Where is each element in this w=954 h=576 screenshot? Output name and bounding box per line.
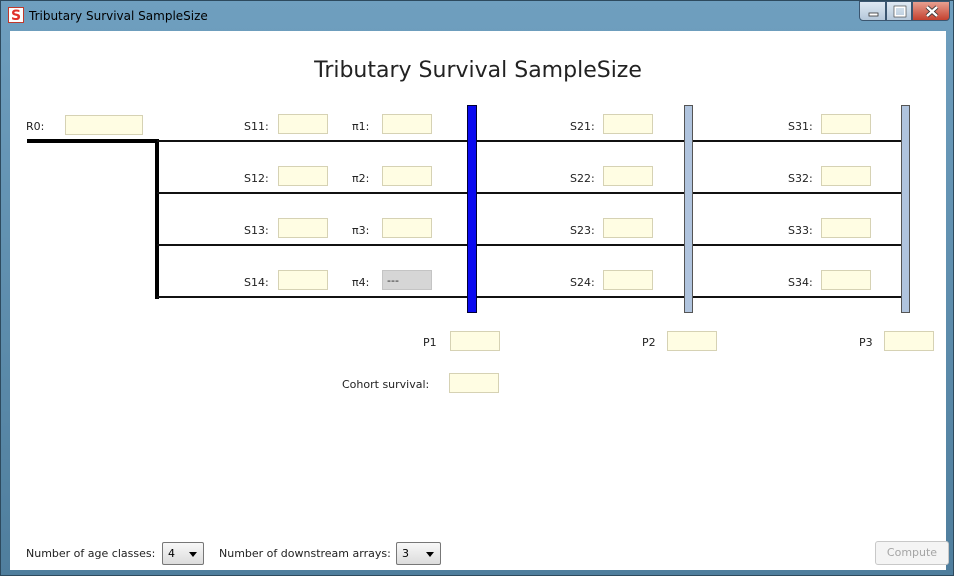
maximize-icon (893, 5, 907, 18)
s11-label: S11: (244, 120, 269, 133)
pi4-input: --- (382, 270, 432, 290)
pi3-label: π3: (352, 224, 370, 237)
s12-input[interactable] (278, 166, 328, 186)
p1-input[interactable] (450, 331, 500, 351)
minimize-button[interactable] (859, 1, 886, 21)
compute-button[interactable]: Compute (875, 541, 949, 565)
array-1-bar (467, 105, 477, 313)
downstream-arrays-label: Number of downstream arrays: (219, 547, 391, 560)
reach-line-1 (157, 140, 904, 142)
age-classes-label: Number of age classes: (26, 547, 156, 560)
cohort-survival-label: Cohort survival: (342, 378, 430, 391)
page-title: Tributary Survival SampleSize (314, 58, 642, 83)
array-2-bar (684, 105, 693, 313)
p2-label: P2 (642, 336, 656, 349)
minimize-icon (868, 12, 879, 17)
p3-label: P3 (859, 336, 873, 349)
array-3-bar (901, 105, 910, 313)
s22-label: S22: (570, 172, 595, 185)
app-window: S Tributary Survival SampleSize Tributar… (0, 0, 954, 576)
pi2-label: π2: (352, 172, 370, 185)
s33-label: S33: (788, 224, 813, 237)
s22-input[interactable] (603, 166, 653, 186)
maximize-button[interactable] (886, 1, 912, 21)
s24-label: S24: (570, 276, 595, 289)
s14-label: S14: (244, 276, 269, 289)
s34-label: S34: (788, 276, 813, 289)
downstream-arrays-select[interactable]: 3 (396, 542, 441, 565)
s32-input[interactable] (821, 166, 871, 186)
release-input[interactable] (65, 115, 143, 135)
reach-line-2 (157, 192, 904, 194)
pi3-input[interactable] (382, 218, 432, 238)
pi1-input[interactable] (382, 114, 432, 134)
s31-label: S31: (788, 120, 813, 133)
cohort-survival-input[interactable] (449, 373, 499, 393)
pi1-label: π1: (352, 120, 370, 133)
age-classes-select[interactable]: 4 (162, 542, 204, 565)
app-icon: S (8, 7, 24, 24)
chevron-down-icon (426, 552, 434, 557)
s13-label: S13: (244, 224, 269, 237)
s14-input[interactable] (278, 270, 328, 290)
title-bar[interactable]: S Tributary Survival SampleSize (1, 1, 953, 31)
s23-label: S23: (570, 224, 595, 237)
window-title: Tributary Survival SampleSize (29, 9, 208, 23)
branch-line (155, 139, 159, 299)
close-icon (925, 5, 939, 18)
s13-input[interactable] (278, 218, 328, 238)
close-button[interactable] (912, 1, 950, 21)
reach-line-4 (157, 296, 904, 298)
age-classes-value: 4 (168, 547, 175, 560)
s24-input[interactable] (603, 270, 653, 290)
release-label: R0: (26, 120, 45, 133)
p1-label: P1 (423, 336, 437, 349)
s12-label: S12: (244, 172, 269, 185)
s21-input[interactable] (603, 114, 653, 134)
release-line (27, 139, 159, 143)
s32-label: S32: (788, 172, 813, 185)
pi4-label: π4: (352, 276, 370, 289)
reach-line-3 (157, 244, 904, 246)
downstream-arrays-value: 3 (402, 547, 409, 560)
p2-input[interactable] (667, 331, 717, 351)
s21-label: S21: (570, 120, 595, 133)
s31-input[interactable] (821, 114, 871, 134)
chevron-down-icon (189, 552, 197, 557)
s33-input[interactable] (821, 218, 871, 238)
p3-input[interactable] (884, 331, 934, 351)
s11-input[interactable] (278, 114, 328, 134)
main-panel: Tributary Survival SampleSize R0: S11: π… (10, 31, 949, 570)
s23-input[interactable] (603, 218, 653, 238)
s34-input[interactable] (821, 270, 871, 290)
pi2-input[interactable] (382, 166, 432, 186)
